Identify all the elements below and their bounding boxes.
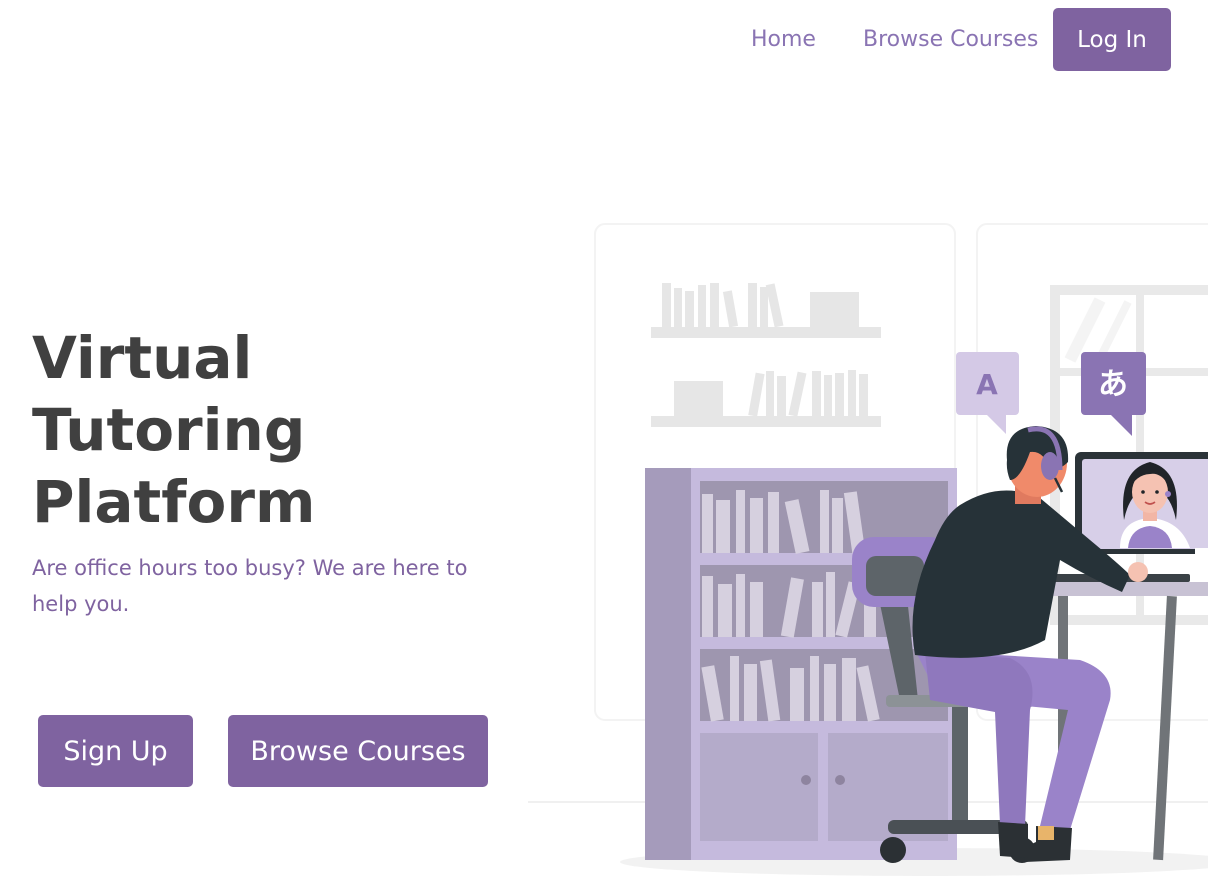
hero-title-line-1: Virtual (32, 324, 253, 392)
hero-subtitle: Are office hours too busy? We are here t… (32, 556, 468, 616)
nav-home-link[interactable]: Home (751, 27, 816, 52)
tutoring-illustration: A あ (528, 223, 1208, 876)
hero-title-line-2: Tutoring (32, 396, 306, 464)
landing-page: Home Browse Courses Log In Virtual Tutor… (0, 0, 1208, 876)
nav-browse-courses-link[interactable]: Browse Courses (863, 27, 1038, 52)
sign-up-button[interactable]: Sign Up (38, 715, 193, 787)
hero-title: Virtual Tutoring Platform (32, 322, 362, 538)
hero-title-line-3: Platform (32, 468, 316, 536)
bubble-japanese-char: あ (1098, 367, 1128, 402)
browse-courses-button[interactable]: Browse Courses (228, 715, 488, 787)
bubble-latin-char: A (976, 368, 998, 401)
login-button[interactable]: Log In (1053, 8, 1171, 71)
